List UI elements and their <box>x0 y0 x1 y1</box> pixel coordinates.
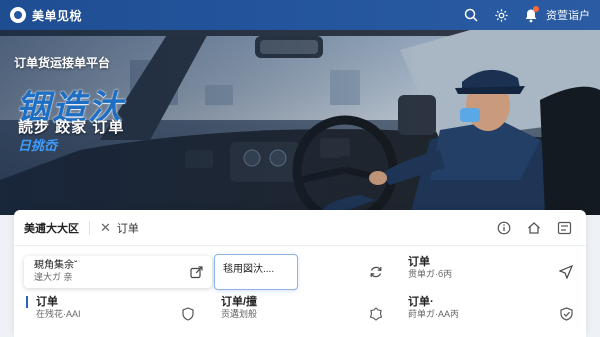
list-item[interactable]: 订单/撞 贡遘划般 <box>221 296 257 320</box>
hero-tagline: 読步 跤家 订单 <box>18 119 125 136</box>
notification-badge <box>533 6 539 12</box>
gear-icon[interactable] <box>490 4 512 26</box>
breadcrumb[interactable]: 订单 <box>117 220 139 236</box>
item-subtitle: 莳单ガ·AA丙 <box>408 309 460 319</box>
send-icon[interactable] <box>556 262 576 282</box>
search-field[interactable]: 毯用図汏.... <box>214 254 298 290</box>
item-title: 订单/撞 <box>221 296 258 308</box>
hero-slogan: 日挑岙 <box>18 138 58 153</box>
refresh-icon[interactable] <box>366 262 386 282</box>
item-title: 订单 <box>36 296 58 308</box>
item-title: 覡角集余ˇ <box>34 260 78 271</box>
close-icon[interactable]: ✕ <box>100 220 111 236</box>
item-subtitle: 遑大ガ 亲 <box>34 272 73 282</box>
search-icon[interactable] <box>460 4 482 26</box>
home-icon[interactable] <box>522 216 546 240</box>
item-title: 订单· <box>408 296 434 308</box>
hero-banner: 订单货运接单平台 铟造汏 読步 跤家 订单 日挑岙 <box>0 30 600 215</box>
panel-header: 美逋大大区 ✕ 订单 <box>14 210 586 246</box>
app-bar: 美单见梲 资萱诣户 <box>0 0 600 30</box>
item-title: 订单 <box>408 256 430 268</box>
item-subtitle: 贡遘划般 <box>221 309 258 319</box>
user-account-label[interactable]: 资萱诣户 <box>546 7 590 23</box>
hero-subtitle: 订单货运接单平台 <box>14 56 111 70</box>
selection-indicator <box>26 296 28 308</box>
list-item[interactable]: 订单 在残花·AAI <box>36 296 81 320</box>
layout-icon[interactable] <box>552 216 576 240</box>
search-field-text: 毯用図汏.... <box>223 264 275 275</box>
item-subtitle: 在残花·AAI <box>36 309 81 319</box>
info-icon[interactable] <box>492 216 516 240</box>
brand[interactable]: 美单见梲 <box>10 7 82 24</box>
region-selector[interactable]: 美逋大大区 <box>24 220 79 236</box>
list-item[interactable]: 订单· 莳单ガ·AA丙 <box>408 296 459 320</box>
item-subtitle: 贯单ガ·б丙 <box>408 269 453 279</box>
shield-icon[interactable] <box>178 304 198 324</box>
quick-panel: 美逋大大区 ✕ 订单 覡角集余ˇ 遑大ガ 亲 毯用図汏.... 订单 贯单ガ·б… <box>14 210 586 337</box>
app-title: 美单见梲 <box>32 8 83 23</box>
list-item[interactable]: 订单 贯单ガ·б丙 <box>408 256 452 280</box>
list-item[interactable]: 覡角集余ˇ 遑大ガ 亲 <box>24 256 212 288</box>
verified-icon[interactable] <box>556 304 576 324</box>
logo-icon <box>10 7 26 23</box>
share-icon[interactable] <box>186 262 206 282</box>
bell-icon[interactable] <box>520 4 542 26</box>
badge-icon[interactable] <box>366 304 386 324</box>
quick-actions-grid: 覡角集余ˇ 遑大ガ 亲 毯用図汏.... 订单 贯单ガ·б丙 订单 在残花·AA… <box>14 246 586 337</box>
divider <box>89 220 90 235</box>
